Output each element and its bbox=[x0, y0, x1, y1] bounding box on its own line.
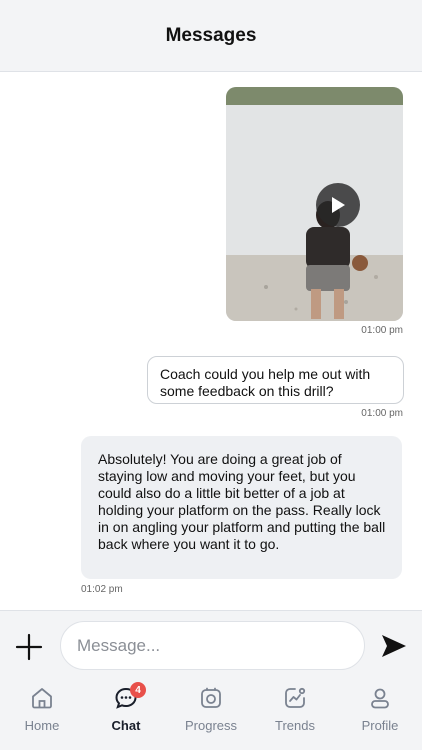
message-input[interactable] bbox=[60, 621, 365, 670]
profile-icon bbox=[371, 688, 389, 709]
add-attachment-icon[interactable] bbox=[15, 633, 43, 661]
tab-label: Profile bbox=[361, 718, 399, 733]
unread-badge: 4 bbox=[130, 682, 146, 698]
progress-icon bbox=[201, 687, 221, 708]
trends-icon bbox=[285, 687, 306, 708]
play-icon bbox=[332, 197, 345, 213]
tab-label: Home bbox=[24, 718, 60, 733]
home-icon bbox=[32, 688, 52, 709]
video-message[interactable] bbox=[226, 87, 403, 321]
tab-label: Progress bbox=[184, 718, 238, 733]
play-button[interactable] bbox=[316, 183, 360, 227]
message-timestamp: 01:00 pm bbox=[361, 408, 403, 419]
outgoing-message: Coach could you help me out with some fe… bbox=[147, 356, 404, 404]
tab-profile[interactable]: Profile bbox=[338, 680, 422, 750]
tab-label: Chat bbox=[111, 718, 141, 733]
message-timestamp: 01:02 pm bbox=[81, 584, 123, 595]
tab-trends[interactable]: Trends bbox=[253, 680, 337, 750]
message-timestamp: 01:00 pm bbox=[361, 325, 403, 336]
video-thumbnail bbox=[226, 87, 403, 321]
send-icon[interactable] bbox=[380, 633, 408, 659]
tab-chat[interactable]: 4 Chat bbox=[84, 680, 168, 750]
app-header: Messages bbox=[0, 0, 422, 72]
message-thread[interactable]: 01:00 pm Coach could you help me out wit… bbox=[0, 72, 422, 610]
tab-label: Trends bbox=[275, 718, 315, 733]
page-title: Messages bbox=[165, 24, 257, 46]
message-composer bbox=[0, 610, 422, 680]
incoming-message: Absolutely! You are doing a great job of… bbox=[81, 436, 402, 579]
bottom-tab-bar: Home 4 Chat Progress Trends Profile bbox=[0, 680, 422, 750]
tab-home[interactable]: Home bbox=[0, 680, 84, 750]
tab-progress[interactable]: Progress bbox=[169, 680, 253, 750]
